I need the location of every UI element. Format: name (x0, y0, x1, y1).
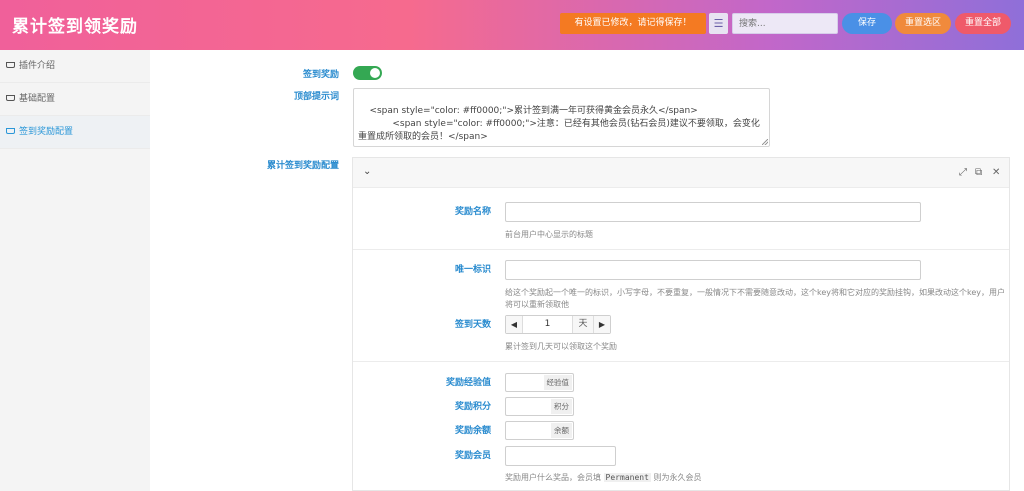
chevron-down-icon[interactable]: ⌄ (363, 166, 371, 177)
sign-days-stepper[interactable]: ◀ 1 天 ▶ (505, 315, 611, 334)
reward-balance-input[interactable]: 余额 (505, 421, 574, 440)
reward-balance-addon: 余额 (551, 423, 572, 438)
close-icon[interactable]: ✕ (992, 167, 1000, 178)
top-tip-textarea[interactable]: <span style="color: #ff0000;">累计签到满一年可获得… (353, 88, 770, 147)
sign-days-unit: 天 (572, 316, 594, 333)
reward-exp-label: 奖励经验值 (445, 378, 491, 388)
increment-icon[interactable]: ▶ (594, 316, 610, 333)
reward-panel: ⌄ ⤢ ⧉ ✕ 奖励名称 前台用户中心显示的标题 唯一标识 给这个奖励起一个唯一… (352, 157, 1010, 491)
reward-member-input[interactable] (505, 446, 616, 466)
cup-icon (6, 127, 15, 134)
unique-id-input[interactable] (505, 260, 921, 280)
panel-header: ⌄ ⤢ ⧉ ✕ (353, 158, 1009, 188)
member-help-text: 则为永久会员 (653, 473, 702, 482)
reset-section-button[interactable]: 重置选区 (895, 13, 951, 34)
decrement-icon[interactable]: ◀ (506, 316, 522, 333)
toggle-label: 签到奖励 (302, 70, 339, 80)
unique-id-help: 给这个奖励起一个唯一的标识，小写字母，不要重复，一般情况下不需要随意改动，这个k… (505, 288, 1006, 309)
sign-days-help: 累计签到几天可以领取这个奖励 (505, 342, 617, 351)
sidebar: 插件介绍 基础配置 签到奖励配置 (0, 50, 150, 491)
reset-all-button[interactable]: 重置全部 (955, 13, 1011, 34)
cup-icon (6, 61, 15, 68)
divider (353, 249, 1009, 250)
save-button[interactable]: 保存 (842, 13, 892, 34)
main-content: 签到奖励 顶部提示词 <span style="color: #ff0000;"… (150, 50, 1024, 491)
reward-exp-input[interactable]: 经验值 (505, 373, 574, 392)
reward-config-label: 累计签到奖励配置 (266, 161, 339, 171)
sign-days-label: 签到天数 (454, 320, 491, 330)
reward-member-help: 奖励用户什么奖品，会员填 Permanent 则为永久会员 (505, 472, 925, 484)
search-input[interactable] (732, 13, 838, 34)
unsaved-notice-button[interactable]: 有设置已修改，请记得保存！ (560, 13, 706, 34)
sidebar-item-reward-config[interactable]: 签到奖励配置 (0, 116, 150, 149)
top-tip-value: <span style="color: #ff0000;">累计签到满一年可获得… (358, 106, 760, 142)
reward-points-input[interactable]: 积分 (505, 397, 574, 416)
sidebar-item-intro[interactable]: 插件介绍 (0, 50, 150, 83)
copy-icon[interactable]: ⧉ (975, 167, 982, 178)
member-help-text: 奖励用户什么奖品，会员填 (505, 473, 601, 482)
reward-member-label: 奖励会员 (454, 451, 491, 461)
reward-name-label: 奖励名称 (454, 207, 491, 217)
reward-toggle[interactable] (353, 66, 382, 80)
cup-icon (6, 94, 15, 101)
reward-exp-addon: 经验值 (543, 375, 572, 390)
reward-points-label: 奖励积分 (454, 402, 491, 412)
top-header: 累计签到领奖励 有设置已修改，请记得保存！ ☰ 保存 重置选区 重置全部 (0, 0, 1024, 50)
reward-points-addon: 积分 (551, 399, 572, 414)
resize-handle-icon[interactable] (762, 139, 768, 145)
sidebar-item-label: 基础配置 (19, 94, 56, 104)
list-icon[interactable]: ☰ (709, 13, 728, 34)
sidebar-item-label: 签到奖励配置 (19, 127, 74, 137)
expand-icon[interactable]: ⤢ (959, 167, 967, 178)
reward-name-input[interactable] (505, 202, 921, 222)
sign-days-value[interactable]: 1 (522, 316, 572, 333)
sidebar-item-label: 插件介绍 (19, 61, 56, 71)
reward-balance-label: 奖励余额 (454, 426, 491, 436)
top-tip-label: 顶部提示词 (293, 92, 339, 102)
divider (353, 361, 1009, 362)
app-title: 累计签到领奖励 (12, 17, 138, 37)
unique-id-label: 唯一标识 (454, 265, 491, 275)
member-help-code: Permanent (603, 473, 651, 482)
reward-name-help: 前台用户中心显示的标题 (505, 230, 593, 239)
sidebar-item-basic[interactable]: 基础配置 (0, 83, 150, 116)
